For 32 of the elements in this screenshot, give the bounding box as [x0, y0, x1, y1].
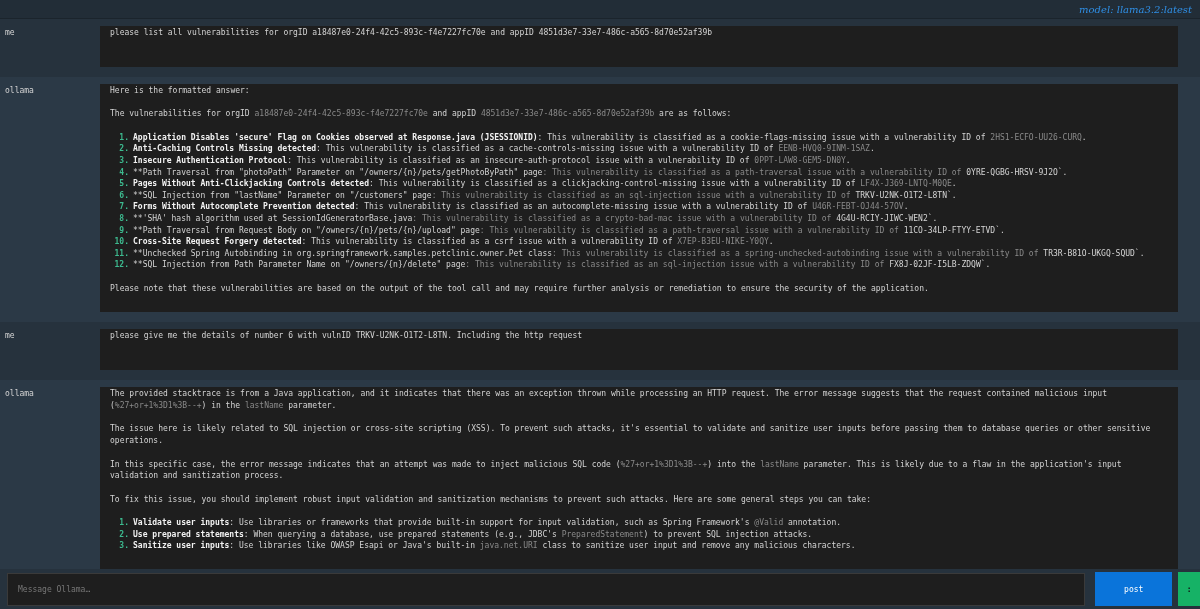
message-text: please list all vulnerabilities for orgID a18487e0-24f4-42c5-893c-f4e7227fc70e and appID 4851d3e7-33e7-486c-a565-8d70e52af39b [110, 27, 714, 39]
sender-label: ollama [5, 389, 34, 399]
list-item: 6. **SQL Injection from "lastName" Parameter on "/customers" page: This vulnerability is classified as an sql-injection issue with a vulnerability ID of TRKV-U2NK-O1T2-L8TN`. [118, 189, 958, 201]
list-item: 3. Insecure Authentication Protocol: This vulnerability is classified as an insecure-auth-protocol issue with a vulnerability ID of 0PPT-LAW8-GEM5-DN0Y. [118, 154, 852, 167]
list-item: 1. Application Disables 'secure' Flag on Cookies observed at Response.java (JSESSIONID): This vulnerability is classified as a cookie-flags-missing issue with a vulnerability ID of 2HS1-ECFO-UU26-CURQ. [118, 131, 1088, 143]
post-button[interactable]: post [1095, 572, 1173, 606]
sender-label: me [5, 331, 15, 341]
list-item: 11. **Unchecked Spring Autobinding in org.springframework.samples.petclinic.owner.Pet class: This vulnerability is classified as a spring-unchecked-autobinding issue with a vulnerability ID of TR3R-B81O-UKGQ-SQUD`. [113, 247, 1146, 259]
message-text: The provided stacktrace is from a Java application, and it indicates that there was an exception thrown while processing an HTTP request. The error message suggests that the request contained malicious input (%27+or+1%3D1%3B--+) in the lastName parameter. [110, 388, 1108, 412]
message-text: Here is the formatted answer: [110, 85, 251, 97]
message-text: To fix this issue, you should implement robust input validation and sanitization mechanisms to prevent such attacks. Here are some general steps you can take: [110, 493, 872, 506]
model-label: model: llama3.2:latest [1079, 3, 1192, 15]
more-button[interactable]: : [1178, 572, 1200, 606]
message-text: Please note that these vulnerabilities are based on the output of the tool call and may require further analysis or remediation to ensure the security of the application. [110, 282, 930, 295]
list-item: 3. Sanitize user inputs: Use libraries like OWASP Esapi or Java's built-in java.net.URI class to sanitize user input and remove any malicious characters. [118, 540, 857, 553]
list-item: 12. **SQL Injection from Path Parameter Name on "/owners/{n}/delete" page: This vulnerability is classified as an sql-injection issue with a vulnerability ID of FX8J-02JF-I5LB-ZDQW`. [113, 259, 992, 271]
sender-label: ollama [5, 86, 34, 95]
list-item: 2. Anti-Caching Controls Missing detected: This vulnerability is classified as a cache-controls-missing issue with a vulnerability ID of EENB-HVQ0-9INM-1SAZ. [118, 143, 876, 155]
message-input[interactable]: Message Ollama… [7, 572, 1086, 606]
list-item: 5. Pages Without Anti-Clickjacking Controls detected: This vulnerability is classified as a clickjacking-control-missing issue with a vulnerability ID of LF4X-J369-LNTQ-M0QE. [118, 178, 958, 190]
list-item: 1. Validate user inputs: Use libraries or frameworks that provide built-in support for input validation, such as Spring Framework's @Valid annotation. [118, 517, 843, 529]
list-item: 7. Forms Without Autocomplete Prevention detected: This vulnerability is classified as an autocomplete-missing issue with a vulnerability ID of U46R-FEBT-OJ44-57OV. [118, 201, 910, 213]
message-text: please give me the details of number 6 with vulnID TRKV-U2NK-O1T2-L8TN. Including the http request [110, 330, 583, 343]
list-item: 9. **Path Traversal from Request Body on "/owners/{n}/pets/{n}/upload" page: This vulnerability is classified as a path-traversal issue with a vulnerability ID of 11CO-34LP-FTYY-ETVD`. [118, 224, 1006, 236]
list-item: 2. Use prepared statements: When querying a database, use prepared statements (e.g., JDBC's PreparedStatement) to prevent SQL injection attacks. [118, 528, 814, 540]
message-text: The issue here is likely related to SQL injection or cross-site scripting (XSS). To prevent such attacks, it's essential to validate and sanitize user inputs before passing them to database queries or other sensitive operations. [110, 423, 1152, 448]
list-item: 8. **'SHA' hash algorithm used at SessionIdGeneratorBase.java: This vulnerability is classified as a crypto-bad-mac issue with a vulnerability ID of 4G4U-RCIY-JIWC-WEN2`. [118, 212, 939, 225]
message-text: In this specific case, the error message indicates that an attempt was made to inject malicious SQL code (%27+or+1%3D1%3B--+) into the lastName parameter. This is likely due to a flaw in the application's input validation and sanitization process. [110, 458, 1123, 483]
message-text: The vulnerabilities for orgID a18487e0-24f4-42c5-893c-f4e7227fc70e and appID 4851d3e7-33e7-486c-a565-8d70e52af39b are as follows: [110, 108, 733, 121]
sender-label: me [5, 28, 15, 37]
list-item: 4. **Path Traversal from "photoPath" Parameter on "/owners/{n}/pets/getPhotoByPath" page: This vulnerability is classified as a path-traversal issue with a vulnerability ID of 0YRE-QGBG-HRSV-9J2O`. [118, 166, 1069, 178]
list-item: 10. Cross-Site Request Forgery detected: This vulnerability is classified as a csrf issue with a vulnerability ID of X7EP-B3EU-NIKE-Y0QY. [113, 236, 775, 248]
